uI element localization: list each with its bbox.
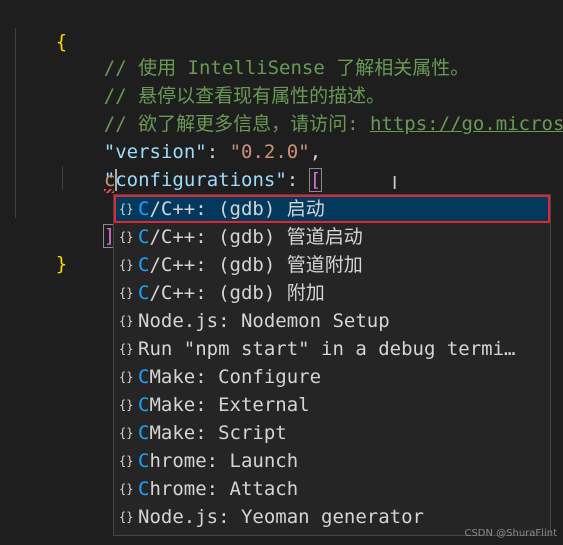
code-line-1: { <box>10 0 67 53</box>
suggestion-item[interactable]: {} Node.js: Nodemon Setup <box>114 307 550 335</box>
snippet-braces-icon: {} <box>119 286 134 300</box>
suggestion-label-rest: hrome: Launch <box>149 450 299 472</box>
suggestion-item[interactable]: {} C/C++: (gdb) 管道附加 <box>114 251 550 279</box>
configurations-colon: : <box>286 169 310 191</box>
code-line-3: // 悬停以查看现有属性的描述。 <box>58 54 385 107</box>
suggestion-label: C/C++: (gdb) 启动 <box>138 195 325 223</box>
ibeam-cursor-icon: I <box>392 173 398 194</box>
close-brace: } <box>55 253 68 275</box>
snippet-braces-icon: {} <box>119 258 134 272</box>
configurations-open-bracket: [ <box>308 168 323 192</box>
suggestion-label: C/C++: (gdb) 管道附加 <box>138 251 363 279</box>
suggestion-item[interactable]: {} C/C++: (gdb) 启动 <box>114 195 550 223</box>
suggestion-item[interactable]: {} Node.js: Yeoman generator <box>114 503 550 531</box>
suggestion-label: Run "npm start" in a debug termi… <box>138 335 516 363</box>
suggestion-item[interactable]: {} Chrome: Launch <box>114 447 550 475</box>
suggestion-item[interactable]: {} C/C++: (gdb) 管道启动 <box>114 223 550 251</box>
suggestion-match-highlight: C <box>138 254 150 276</box>
suggestion-match-highlight: C <box>138 198 150 220</box>
suggestion-item[interactable]: {} CMake: Script <box>114 419 550 447</box>
suggestion-label: Chrome: Launch <box>138 447 298 475</box>
suggestion-label: Chrome: Attach <box>138 475 298 503</box>
suggestion-match-highlight: C <box>138 226 150 248</box>
snippet-braces-icon: {} <box>119 202 134 216</box>
code-line-5: "version": "0.2.0", <box>58 110 321 163</box>
suggestion-label: Node.js: Nodemon Setup <box>138 307 390 335</box>
error-squiggle <box>104 189 114 193</box>
snippet-braces-icon: {} <box>119 482 134 496</box>
suggestion-item[interactable]: {} CMake: External <box>114 391 550 419</box>
suggestion-label: CMake: Configure <box>138 363 321 391</box>
suggestion-match-highlight: C <box>138 394 150 416</box>
configurations-key: "configurations" <box>103 169 287 191</box>
docs-link[interactable]: https://go.microsof <box>370 113 563 135</box>
suggestion-item[interactable]: {} Run "npm start" in a debug termi… <box>114 335 550 363</box>
snippet-braces-icon: {} <box>119 398 134 412</box>
suggestion-label-rest: Node.js: Nodemon Setup <box>138 310 390 332</box>
suggestion-label-rest: Node.js: Yeoman generator <box>138 506 424 528</box>
suggestion-match-highlight: C <box>138 282 150 304</box>
suggestion-label-rest: /C++: (gdb) 管道附加 <box>149 254 363 276</box>
suggestion-label-rest: Make: Script <box>149 422 287 444</box>
suggestion-label: CMake: Script <box>138 419 287 447</box>
snippet-braces-icon: {} <box>119 426 134 440</box>
suggestion-widget[interactable]: {} C/C++: (gdb) 启动{} C/C++: (gdb) 管道启动{} C/… <box>113 194 551 536</box>
suggestion-label: C/C++: (gdb) 管道启动 <box>138 223 363 251</box>
suggestion-match-highlight: C <box>138 422 150 444</box>
code-line-4: // 欲了解更多信息，请访问: https://go.microsof <box>58 82 563 135</box>
suggestion-label-rest: Make: External <box>149 394 310 416</box>
suggestion-label-rest: /C++: (gdb) 附加 <box>149 282 325 304</box>
text-caret <box>115 169 117 191</box>
suggestion-item[interactable]: {} CMake: Configure <box>114 363 550 391</box>
suggestion-label-rest: /C++: (gdb) 管道启动 <box>149 226 363 248</box>
suggestion-label-rest: /C++: (gdb) 启动 <box>149 198 325 220</box>
snippet-braces-icon: {} <box>119 314 134 328</box>
snippet-braces-icon: {} <box>119 342 134 356</box>
suggestion-label-rest: hrome: Attach <box>149 478 299 500</box>
suggestion-item[interactable]: {} Chrome: Attach <box>114 475 550 503</box>
suggestion-item[interactable]: {} C/C++: (gdb) 附加 <box>114 279 550 307</box>
snippet-braces-icon: {} <box>119 510 134 524</box>
suggestion-match-highlight: C <box>138 450 150 472</box>
suggestion-label: CMake: External <box>138 391 310 419</box>
suggestion-match-highlight: C <box>138 478 150 500</box>
suggestion-label: C/C++: (gdb) 附加 <box>138 279 325 307</box>
watermark: CSDN @ShuraFlint <box>464 528 557 539</box>
code-line-2: // 使用 IntelliSense 了解相关属性。 <box>58 26 469 79</box>
snippet-braces-icon: {} <box>119 454 134 468</box>
snippet-braces-icon: {} <box>119 370 134 384</box>
suggestion-label-rest: Run "npm start" in a debug termi… <box>138 338 516 360</box>
suggestion-label: Node.js: Yeoman generator <box>138 503 424 531</box>
code-line-6: "configurations": [ <box>58 138 323 192</box>
suggestion-match-highlight: C <box>138 366 150 388</box>
suggestion-label-rest: Make: Configure <box>149 366 322 388</box>
snippet-braces-icon: {} <box>119 230 134 244</box>
code-line-9: } <box>10 222 67 275</box>
code-line-8: ] <box>58 194 117 248</box>
